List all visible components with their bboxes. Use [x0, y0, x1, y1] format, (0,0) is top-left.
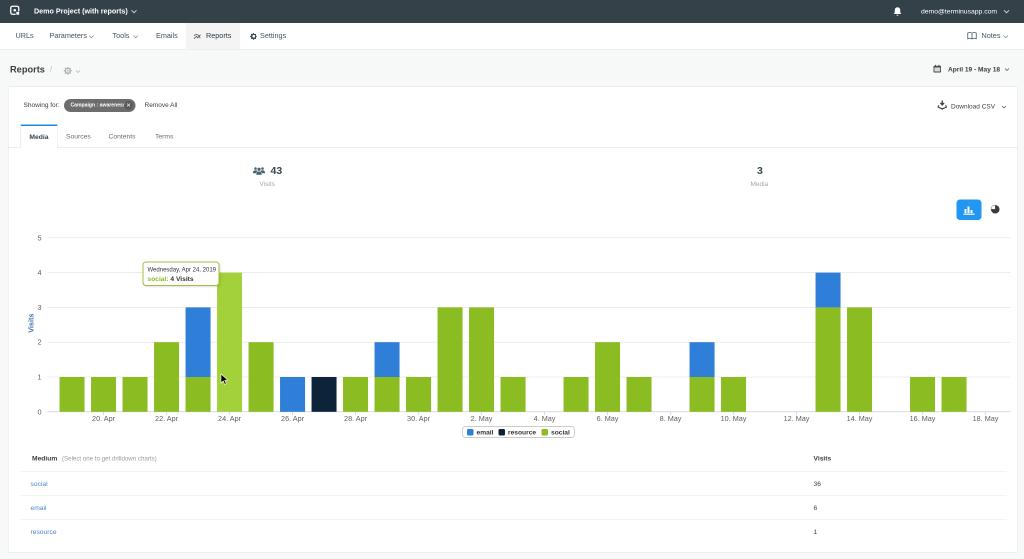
- svg-text:2. May: 2. May: [471, 414, 493, 423]
- svg-text:4: 4: [37, 268, 41, 277]
- svg-text:24. Apr: 24. Apr: [218, 414, 242, 423]
- svg-text:5: 5: [37, 233, 41, 242]
- svg-text:0: 0: [37, 407, 41, 416]
- svg-text:22. Apr: 22. Apr: [155, 414, 179, 423]
- svg-text:1: 1: [37, 373, 41, 382]
- svg-text:10. May: 10. May: [721, 414, 747, 423]
- svg-text:14. May: 14. May: [847, 414, 873, 423]
- svg-text:6. May: 6. May: [597, 414, 619, 423]
- svg-text:30. Apr: 30. Apr: [407, 414, 431, 423]
- svg-text:12. May: 12. May: [784, 414, 810, 423]
- svg-text:8. May: 8. May: [660, 414, 682, 423]
- svg-text:3: 3: [37, 303, 41, 312]
- svg-text:18. May: 18. May: [973, 414, 999, 423]
- svg-text:4. May: 4. May: [534, 414, 556, 423]
- svg-text:2: 2: [37, 338, 41, 347]
- svg-text:20. Apr: 20. Apr: [92, 414, 116, 423]
- svg-text:26. Apr: 26. Apr: [281, 414, 305, 423]
- svg-text:28. Apr: 28. Apr: [344, 414, 368, 423]
- svg-text:16. May: 16. May: [910, 414, 936, 423]
- svg-text:Visits: Visits: [27, 314, 36, 333]
